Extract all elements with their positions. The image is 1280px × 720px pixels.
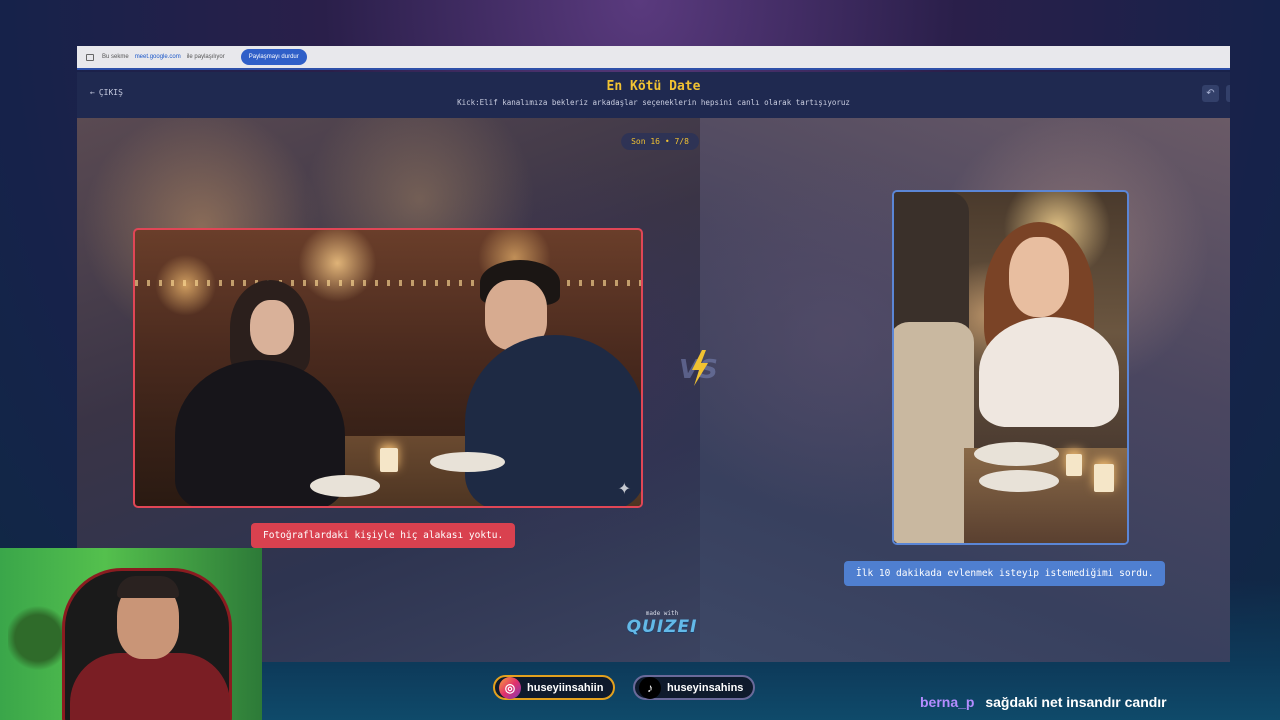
- woman-face: [1009, 237, 1069, 317]
- webcam-feed: [0, 548, 262, 720]
- candle: [380, 448, 398, 472]
- candle: [1094, 464, 1114, 492]
- plate: [974, 442, 1059, 466]
- chat-username: berna_p: [920, 694, 975, 710]
- sharing-url: meet.google.com: [134, 54, 181, 60]
- candle: [1066, 454, 1082, 476]
- left-option-caption[interactable]: Fotoğraflardaki kişiyle hiç alakası yokt…: [251, 523, 516, 548]
- quiz-header: ← ÇIKIŞ En Kötü Date Kick:Elif kanalımız…: [77, 72, 1230, 118]
- string-lights: [135, 280, 641, 286]
- plant: [8, 603, 68, 673]
- round-badge: Son 16 • 7/8: [621, 133, 699, 150]
- streamer-hoodie: [70, 653, 230, 720]
- tiktok-icon: ♪: [639, 676, 661, 699]
- screen-share-icon: [86, 53, 94, 61]
- plate: [310, 475, 380, 497]
- quizei-logo: QUIZEI: [626, 617, 698, 637]
- made-with-quizei[interactable]: made with QUIZEI: [627, 610, 698, 637]
- streamer-hair: [117, 576, 179, 598]
- instagram-icon: ◎: [499, 676, 521, 699]
- woman-face: [250, 300, 294, 355]
- screen-share-bar: Bu sekme meet.google.com ile paylaşılıyo…: [77, 46, 1230, 70]
- quiz-subtitle: Kick:Elif kanalımıza bekleriz arkadaşlar…: [457, 98, 850, 107]
- header-extra-button[interactable]: [1226, 85, 1230, 102]
- sparkle-icon: ✦: [617, 479, 631, 498]
- man-shirt: [894, 322, 974, 543]
- instagram-handle-badge: ◎ huseyiinsahiin: [493, 675, 616, 700]
- undo-icon: ↶: [1206, 88, 1215, 99]
- sharing-text: Bu sekme: [102, 54, 129, 60]
- vs-icon: VS: [675, 348, 723, 388]
- right-option-image[interactable]: [892, 190, 1129, 545]
- plate: [979, 470, 1059, 492]
- undo-button[interactable]: ↶: [1202, 85, 1219, 102]
- made-with-label: made with: [645, 610, 679, 617]
- plate: [430, 452, 505, 472]
- tiktok-handle: huseyinsahins: [667, 681, 744, 694]
- instagram-handle: huseyiinsahiin: [527, 681, 604, 694]
- man-body: [465, 335, 641, 506]
- quiz-title: En Kötü Date: [606, 79, 701, 94]
- right-option-caption[interactable]: İlk 10 dakikada evlenmek isteyip istemed…: [844, 561, 1166, 586]
- tiktok-handle-badge: ♪ huseyinsahins: [633, 675, 756, 700]
- woman-top: [979, 317, 1119, 427]
- left-option-image[interactable]: ✦: [133, 228, 643, 508]
- chat-message: berna_p sağdaki net insandır candır: [920, 694, 1167, 710]
- chat-text: sağdaki net insandır candır: [985, 694, 1167, 710]
- sharing-suffix: ile paylaşılıyor: [186, 54, 225, 60]
- stop-sharing-button[interactable]: Paylaşmayı durdur: [240, 49, 307, 65]
